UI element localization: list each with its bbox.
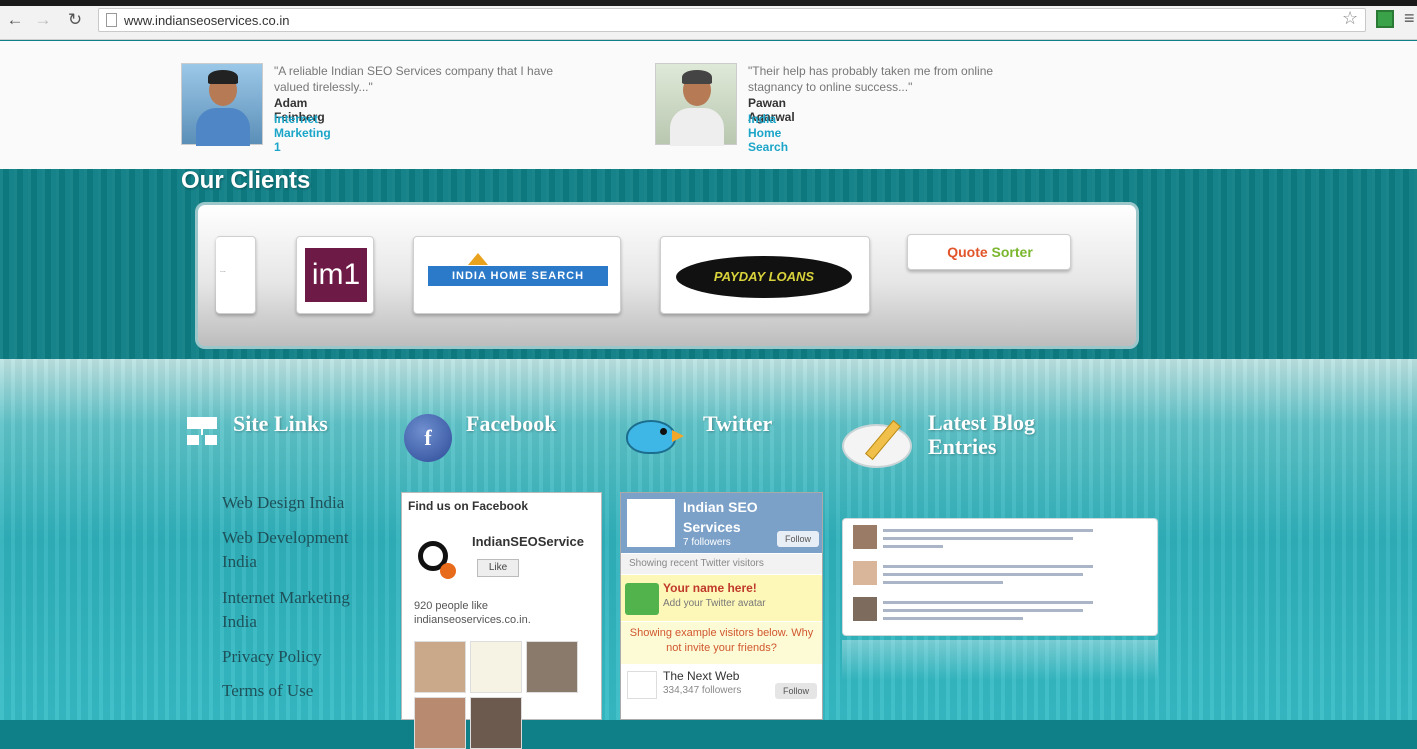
reload-icon[interactable]: ↻ bbox=[64, 9, 86, 31]
blog-title: Latest Blog Entries bbox=[928, 411, 1035, 459]
twitter-visitors-subheader: Showing recent Twitter visitors bbox=[621, 554, 822, 574]
fan-avatar[interactable] bbox=[526, 641, 578, 693]
house-roof-icon bbox=[468, 253, 488, 265]
blog-title-line-2: Entries bbox=[928, 434, 997, 459]
testimonial-photo bbox=[655, 63, 737, 146]
site-link-internet-marketing[interactable]: Internet Marketing India bbox=[222, 586, 372, 634]
menu-icon[interactable]: ≡ bbox=[1404, 8, 1415, 29]
client-logo-partial[interactable]: ... bbox=[216, 236, 256, 314]
blog-entry-avatar bbox=[853, 525, 877, 549]
client-logo-payday-loans[interactable]: PAYDAY LOANS bbox=[660, 236, 870, 314]
facebook-like-button[interactable]: Like bbox=[477, 559, 519, 577]
im1-logo-text: im1 bbox=[305, 248, 367, 302]
fan-avatar[interactable] bbox=[470, 697, 522, 749]
clients-carousel: ... im1 INDIA HOME SEARCH PAYDAY LOANS Q… bbox=[195, 202, 1139, 349]
forward-arrow-icon[interactable]: → bbox=[32, 9, 54, 31]
browser-toolbar: ← → ↻ www.indianseoservices.co.in ☆ ≡ bbox=[0, 0, 1417, 40]
blog-entry-avatar bbox=[853, 561, 877, 585]
quote-sorter-word-b: Sorter bbox=[991, 244, 1033, 260]
fan-avatar[interactable] bbox=[414, 697, 466, 749]
site-link-terms-of-use[interactable]: Terms of Use bbox=[222, 679, 313, 703]
cta-subtitle: Add your Twitter avatar bbox=[663, 598, 766, 609]
twitter-bird-icon[interactable] bbox=[620, 410, 692, 470]
address-bar[interactable]: www.indianseoservices.co.in bbox=[98, 8, 1366, 32]
extension-icon[interactable] bbox=[1376, 10, 1394, 28]
facebook-like-box: Find us on Facebook IndianSEOService Lik… bbox=[401, 492, 602, 749]
site-link-web-development[interactable]: Web Development India bbox=[222, 526, 372, 574]
testimonial-company-link[interactable]: Internet Marketing 1 bbox=[274, 112, 331, 154]
clients-title: Our Clients bbox=[181, 167, 311, 194]
twitter-followers-count: 7 followers bbox=[683, 537, 731, 548]
quote-sorter-logo-text: Quote Sorter bbox=[908, 244, 1072, 260]
visitor-follow-button[interactable]: Follow bbox=[775, 683, 817, 699]
account-avatar bbox=[627, 499, 675, 547]
twitter-add-avatar-cta[interactable]: Your name here! Add your Twitter avatar bbox=[621, 575, 822, 621]
facebook-like-count: 920 people like indianseoservices.co.in. bbox=[414, 600, 531, 626]
twitter-widget: Indian SEO Services 7 followers Follow S… bbox=[620, 492, 823, 720]
testimonial-quote: "Their help has probably taken me from o… bbox=[748, 64, 994, 94]
page-icon bbox=[106, 13, 117, 27]
twitter-visitor-item: The Next Web 334,347 followers Follow bbox=[621, 665, 822, 705]
visitor-followers: 334,347 followers bbox=[663, 685, 742, 696]
blog-entry[interactable] bbox=[849, 595, 1151, 629]
twitter-follow-button[interactable]: Follow bbox=[777, 531, 819, 547]
twitter-account-name[interactable]: Indian SEO Services bbox=[683, 497, 793, 537]
blog-entries-box bbox=[842, 518, 1158, 636]
bookmark-star-icon[interactable]: ☆ bbox=[1342, 8, 1358, 29]
ihs-logo-text: INDIA HOME SEARCH bbox=[428, 266, 608, 286]
page-logo bbox=[414, 527, 464, 583]
testimonial-quote: "A reliable Indian SEO Services company … bbox=[274, 64, 554, 94]
blog-title-line-1: Latest Blog bbox=[928, 410, 1035, 435]
testimonial-photo bbox=[181, 63, 263, 146]
client-logo-im1[interactable]: im1 bbox=[296, 236, 374, 314]
blog-entry-avatar bbox=[853, 597, 877, 621]
site-link-privacy-policy[interactable]: Privacy Policy bbox=[222, 645, 322, 669]
client-logo-quote-sorter[interactable]: Quote Sorter bbox=[907, 234, 1071, 270]
fan-avatar[interactable] bbox=[470, 641, 522, 693]
facebook-title: Facebook bbox=[466, 411, 557, 436]
blog-box-reflection bbox=[842, 640, 1158, 680]
url-text[interactable]: www.indianseoservices.co.in bbox=[124, 13, 289, 28]
blog-entry[interactable] bbox=[849, 559, 1151, 593]
twitter-title: Twitter bbox=[703, 411, 773, 436]
twitter-example-message: Showing example visitors below. Why not … bbox=[621, 622, 822, 664]
twitter-widget-header: Indian SEO Services 7 followers Follow bbox=[621, 493, 822, 553]
site-link-web-design[interactable]: Web Design India bbox=[222, 491, 344, 515]
visitor-avatar bbox=[627, 671, 657, 699]
window-top-border bbox=[0, 0, 1417, 6]
facebook-box-header: Find us on Facebook bbox=[408, 499, 529, 513]
testimonials-section: "A reliable Indian SEO Services company … bbox=[0, 41, 1417, 169]
sitemap-icon bbox=[187, 417, 217, 447]
site-links-title: Site Links bbox=[233, 411, 328, 436]
testimonial-company-link[interactable]: India Home Search bbox=[748, 112, 788, 154]
quote-sorter-word-a: Quote bbox=[947, 244, 988, 260]
facebook-icon[interactable]: f bbox=[404, 414, 452, 462]
fan-avatar[interactable] bbox=[414, 641, 466, 693]
cta-title: Your name here! bbox=[663, 581, 757, 595]
blog-entry[interactable] bbox=[849, 523, 1151, 557]
facebook-page-name[interactable]: IndianSEOService bbox=[472, 534, 584, 549]
payday-logo-text: PAYDAY LOANS bbox=[676, 256, 852, 298]
client-logo-india-home-search[interactable]: INDIA HOME SEARCH bbox=[413, 236, 621, 314]
back-arrow-icon[interactable]: ← bbox=[4, 9, 26, 31]
twitter-add-icon bbox=[625, 583, 659, 615]
blog-speech-bubble-icon bbox=[842, 418, 918, 474]
client-logo-text: ... bbox=[220, 267, 226, 274]
visitor-name[interactable]: The Next Web bbox=[663, 669, 739, 683]
